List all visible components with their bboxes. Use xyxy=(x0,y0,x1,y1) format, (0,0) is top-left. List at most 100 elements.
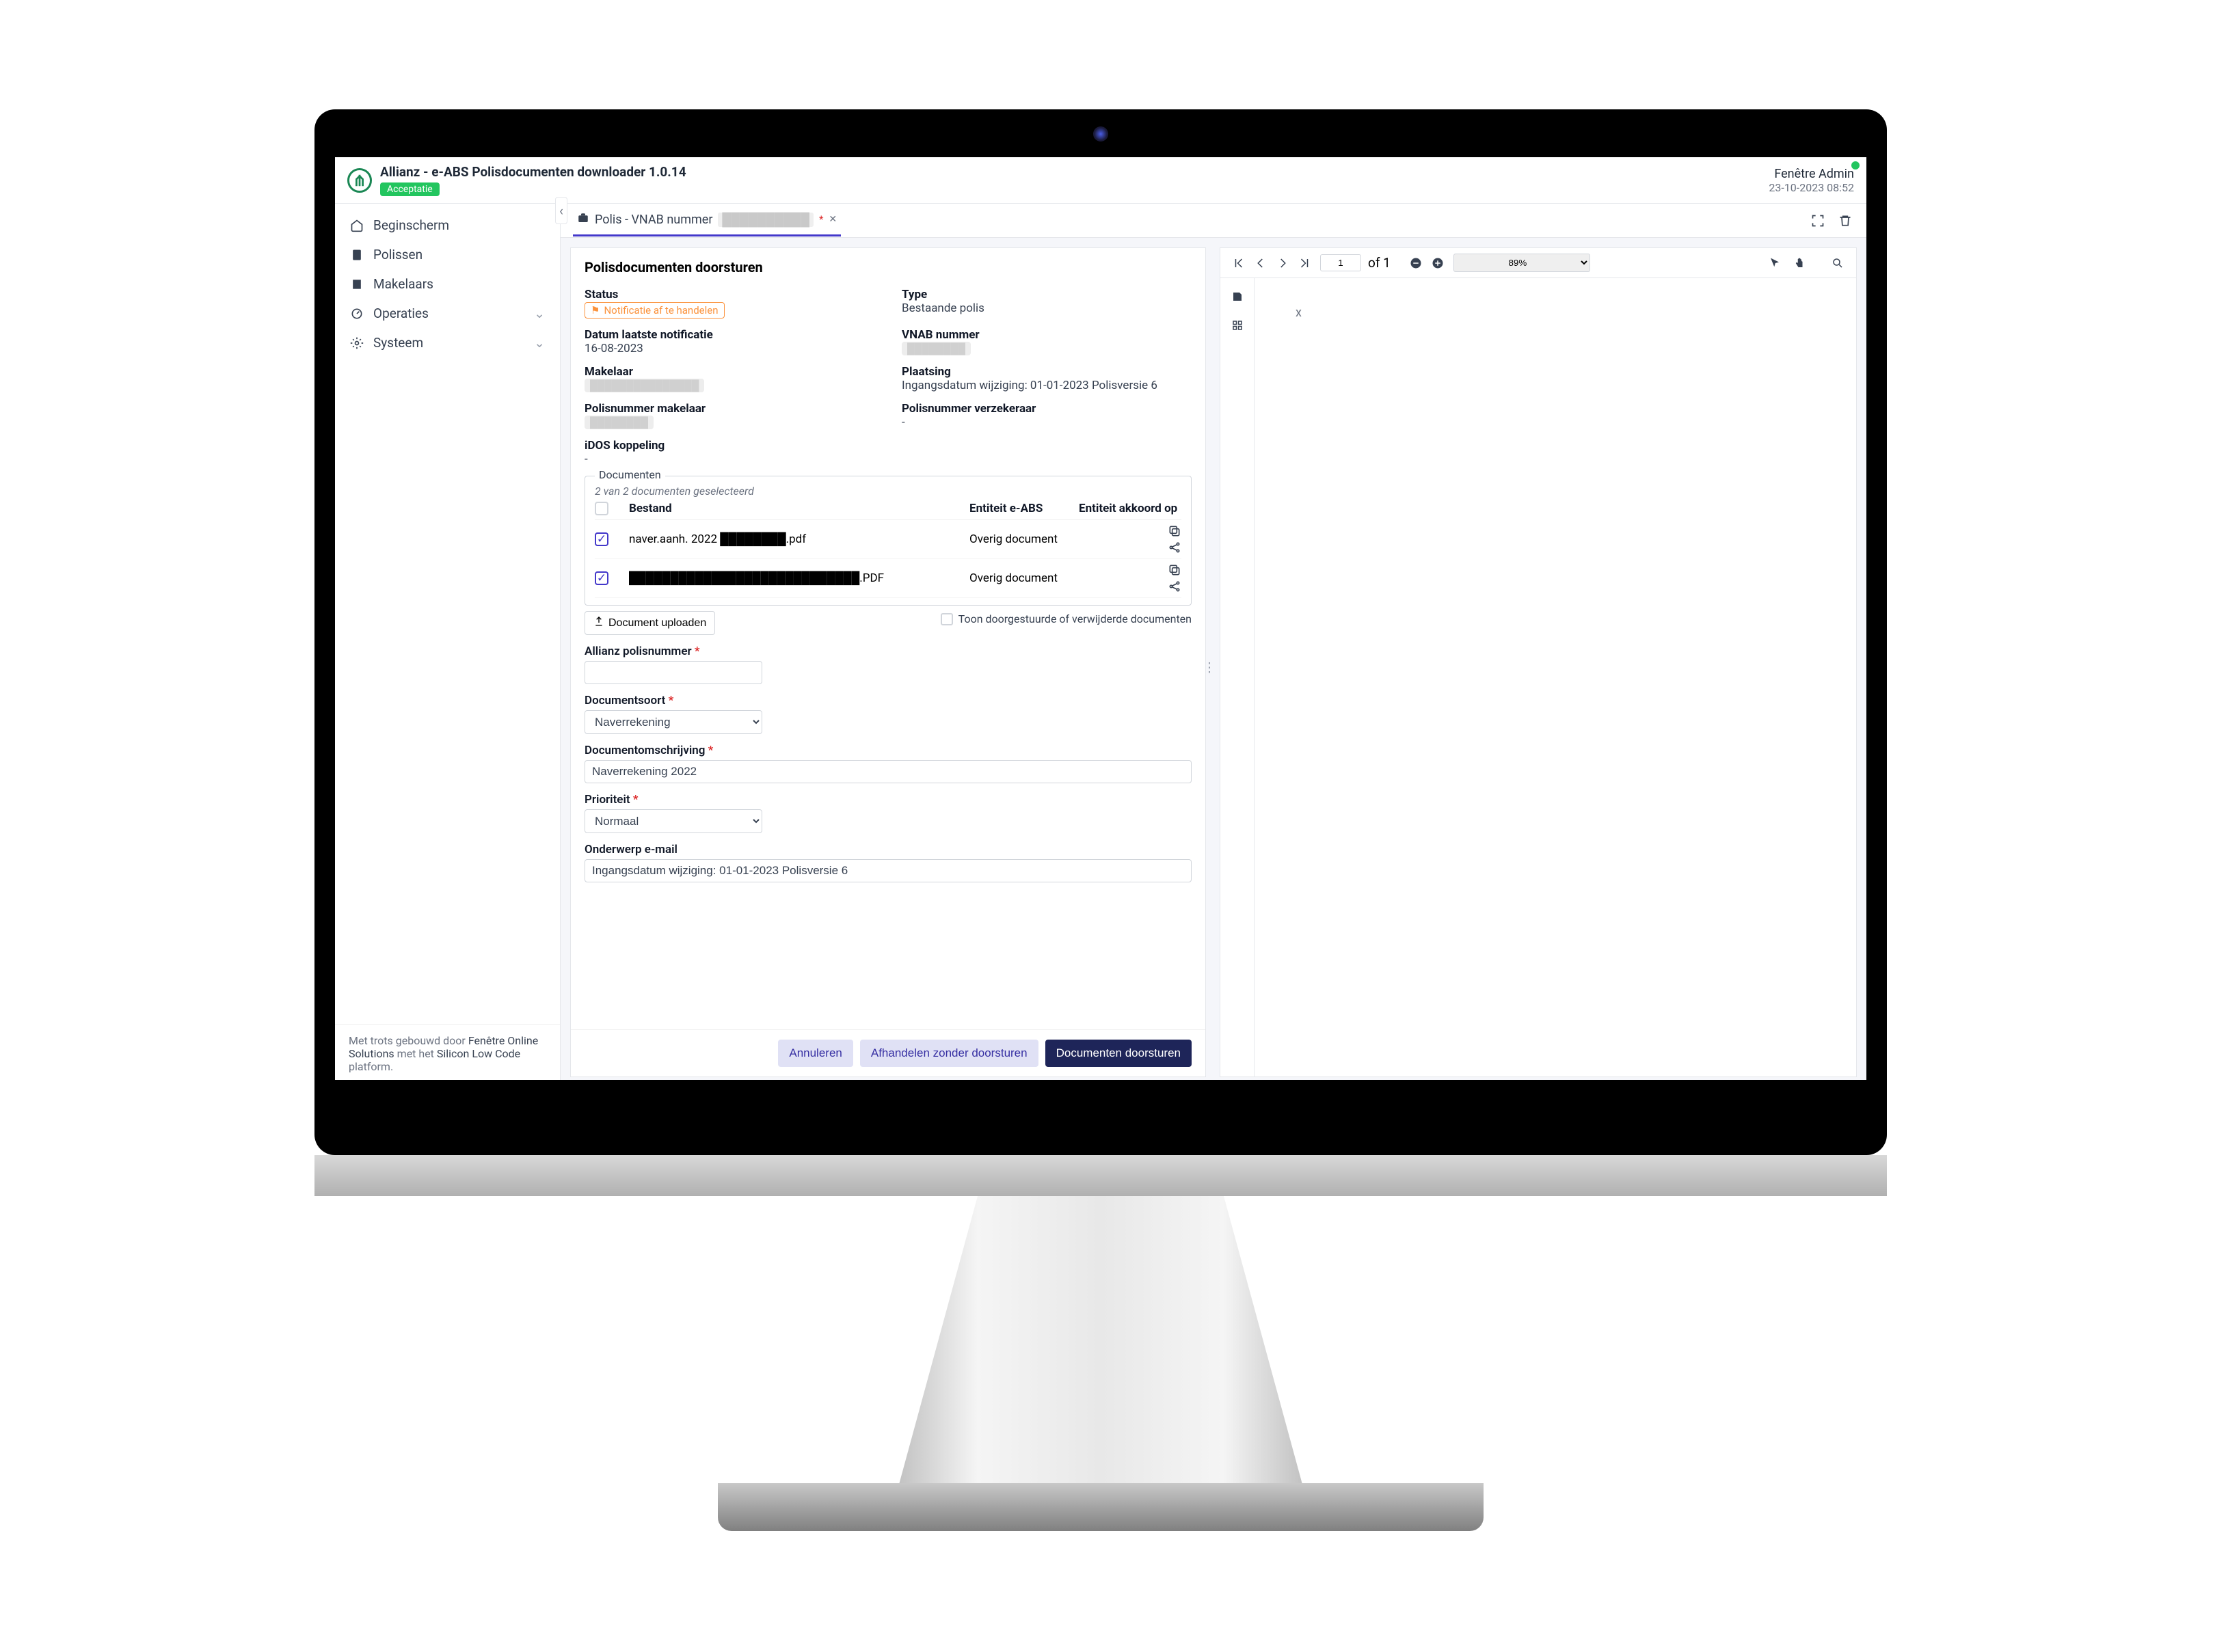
polisverz-value: - xyxy=(902,416,1192,429)
prio-select[interactable]: Normaal xyxy=(585,809,762,833)
pdf-toolbar: of 1 89% xyxy=(1220,248,1856,278)
env-badge: Acceptatie xyxy=(380,182,440,196)
docomschr-input[interactable] xyxy=(585,760,1192,783)
search-icon[interactable] xyxy=(1829,254,1847,272)
polisnr-input[interactable] xyxy=(585,661,762,684)
tabs-row: Polis - VNAB nummer ██████████ * ✕ xyxy=(561,204,1866,238)
status-dot xyxy=(1851,161,1860,170)
sidebar-item-polissen[interactable]: Polissen xyxy=(335,240,560,269)
doc-row: ✓ ████████████████████████████.PDF Overi… xyxy=(595,559,1181,598)
forward-button[interactable]: Documenten doorsturen xyxy=(1045,1040,1192,1067)
sidebar-item-makelaars[interactable]: Makelaars xyxy=(335,269,560,299)
camera-dot xyxy=(1093,126,1108,141)
date-notif-label: Datum laatste notificatie xyxy=(585,328,874,342)
documents-legend: Documenten xyxy=(595,468,665,481)
status-text: Notificatie af te handelen xyxy=(604,304,718,316)
docomschr-label: Documentomschrijving * xyxy=(585,744,1192,757)
polismak-value-redacted: ████████ xyxy=(585,416,654,429)
building-icon xyxy=(350,277,364,291)
makelaar-label: Makelaar xyxy=(585,365,874,379)
vnab-label: VNAB nummer xyxy=(902,328,1192,342)
sidebar-item-systeem[interactable]: Systeem ⌄ xyxy=(335,328,560,357)
upload-button[interactable]: Document uploaden xyxy=(585,611,715,635)
monitor-foot xyxy=(718,1483,1484,1531)
file-name: naver.aanh. 2022 ████████.pdf xyxy=(629,532,963,546)
entity-value: Overig document xyxy=(969,571,1072,585)
tab-modified-marker: * xyxy=(819,213,823,226)
annotations-icon[interactable] xyxy=(1229,288,1246,306)
splitter-handle[interactable]: ⋮ xyxy=(1206,247,1213,1080)
share-icon[interactable] xyxy=(1168,541,1181,554)
tab-polis[interactable]: Polis - VNAB nummer ██████████ * ✕ xyxy=(573,205,841,236)
handle-without-button[interactable]: Afhandelen zonder doorsturen xyxy=(860,1040,1038,1067)
monitor-chin xyxy=(314,1155,1887,1196)
status-label: Status xyxy=(585,288,874,301)
trash-icon[interactable] xyxy=(1836,212,1854,230)
pointer-icon[interactable] xyxy=(1766,254,1784,272)
sidebar: Beginscherm Polissen Makelaars xyxy=(335,204,561,1080)
flag-icon: ⚑ xyxy=(591,304,600,316)
briefcase-icon xyxy=(577,212,589,228)
next-page-icon[interactable] xyxy=(1274,254,1291,272)
pdf-panel: of 1 89% xyxy=(1220,247,1857,1077)
col-akkoord: Entiteit akkoord op xyxy=(1079,502,1181,515)
polisnr-label: Allianz polisnummer * xyxy=(585,645,1192,658)
sidebar-item-label: Beginscherm xyxy=(373,217,449,233)
footer-text: platform. xyxy=(349,1060,393,1073)
app-title: Allianz - e-ABS Polisdocumenten download… xyxy=(380,164,686,180)
app-title-block: Allianz - e-ABS Polisdocumenten download… xyxy=(380,164,686,196)
cancel-button[interactable]: Annuleren xyxy=(778,1040,853,1067)
pdf-canvas[interactable]: x xyxy=(1255,278,1856,1076)
sidebar-item-beginscherm[interactable]: Beginscherm xyxy=(335,211,560,240)
type-label: Type xyxy=(902,288,1192,301)
sidebar-footer: Met trots gebouwd door Fenêtre Online So… xyxy=(335,1024,560,1080)
zoom-in-icon[interactable] xyxy=(1429,254,1447,272)
chevron-down-icon: ⌄ xyxy=(534,335,545,351)
documents-selected-count: 2 van 2 documenten geselecteerd xyxy=(595,485,1181,498)
gauge-icon xyxy=(350,307,364,321)
share-icon[interactable] xyxy=(1168,580,1181,593)
upload-icon xyxy=(593,616,604,630)
onderwerp-input[interactable] xyxy=(585,859,1192,882)
close-icon[interactable]: ✕ xyxy=(829,214,837,225)
copy-icon[interactable] xyxy=(1168,563,1181,577)
footer-text: Met trots gebouwd door xyxy=(349,1034,468,1047)
prev-page-icon[interactable] xyxy=(1252,254,1270,272)
user-name: Fenêtre Admin xyxy=(1769,167,1854,181)
row-checkbox[interactable]: ✓ xyxy=(595,571,608,585)
tab-redacted: ██████████ xyxy=(718,213,814,227)
sidebar-item-label: Systeem xyxy=(373,335,423,351)
doc-row: ✓ naver.aanh. 2022 ████████.pdf Overig d… xyxy=(595,520,1181,559)
col-entiteit: Entiteit e-ABS xyxy=(969,502,1072,515)
prio-label: Prioriteit * xyxy=(585,793,1192,807)
footer-link-silicon[interactable]: Silicon Low Code xyxy=(437,1047,520,1060)
document-icon xyxy=(350,248,364,262)
gear-icon xyxy=(350,336,364,350)
vnab-value-redacted: ████████ xyxy=(902,342,971,355)
last-page-icon[interactable] xyxy=(1296,254,1313,272)
status-badge: ⚑ Notificatie af te handelen xyxy=(585,302,725,319)
first-page-icon[interactable] xyxy=(1230,254,1248,272)
monitor-stand xyxy=(896,1196,1306,1497)
panel-title: Polisdocumenten doorsturen xyxy=(571,248,1205,282)
page-of-label: of 1 xyxy=(1368,255,1391,271)
thumbnails-icon[interactable] xyxy=(1229,316,1246,334)
row-checkbox[interactable]: ✓ xyxy=(595,532,608,546)
docsoort-select[interactable]: Naverrekening xyxy=(585,710,762,734)
zoom-select[interactable]: 89% xyxy=(1453,254,1590,272)
polismak-label: Polisnummer makelaar xyxy=(585,402,874,416)
show-removed-checkbox[interactable]: Toon doorgestuurde of verwijderde docume… xyxy=(941,612,1192,625)
show-removed-label: Toon doorgestuurde of verwijderde docume… xyxy=(958,612,1192,625)
zoom-out-icon[interactable] xyxy=(1407,254,1425,272)
copy-icon[interactable] xyxy=(1168,524,1181,538)
form-panel: Polisdocumenten doorsturen Status ⚑ Noti… xyxy=(570,247,1206,1077)
sidebar-item-operaties[interactable]: Operaties ⌄ xyxy=(335,299,560,328)
select-all-checkbox[interactable] xyxy=(595,502,608,515)
page-input[interactable] xyxy=(1320,254,1361,271)
onderwerp-label: Onderwerp e-mail xyxy=(585,843,1192,856)
plaatsing-label: Plaatsing xyxy=(902,365,1192,379)
idos-value: - xyxy=(585,452,874,466)
expand-icon[interactable] xyxy=(1809,212,1827,230)
sidebar-collapse-button[interactable]: ‹ xyxy=(555,197,567,224)
hand-icon[interactable] xyxy=(1790,254,1808,272)
